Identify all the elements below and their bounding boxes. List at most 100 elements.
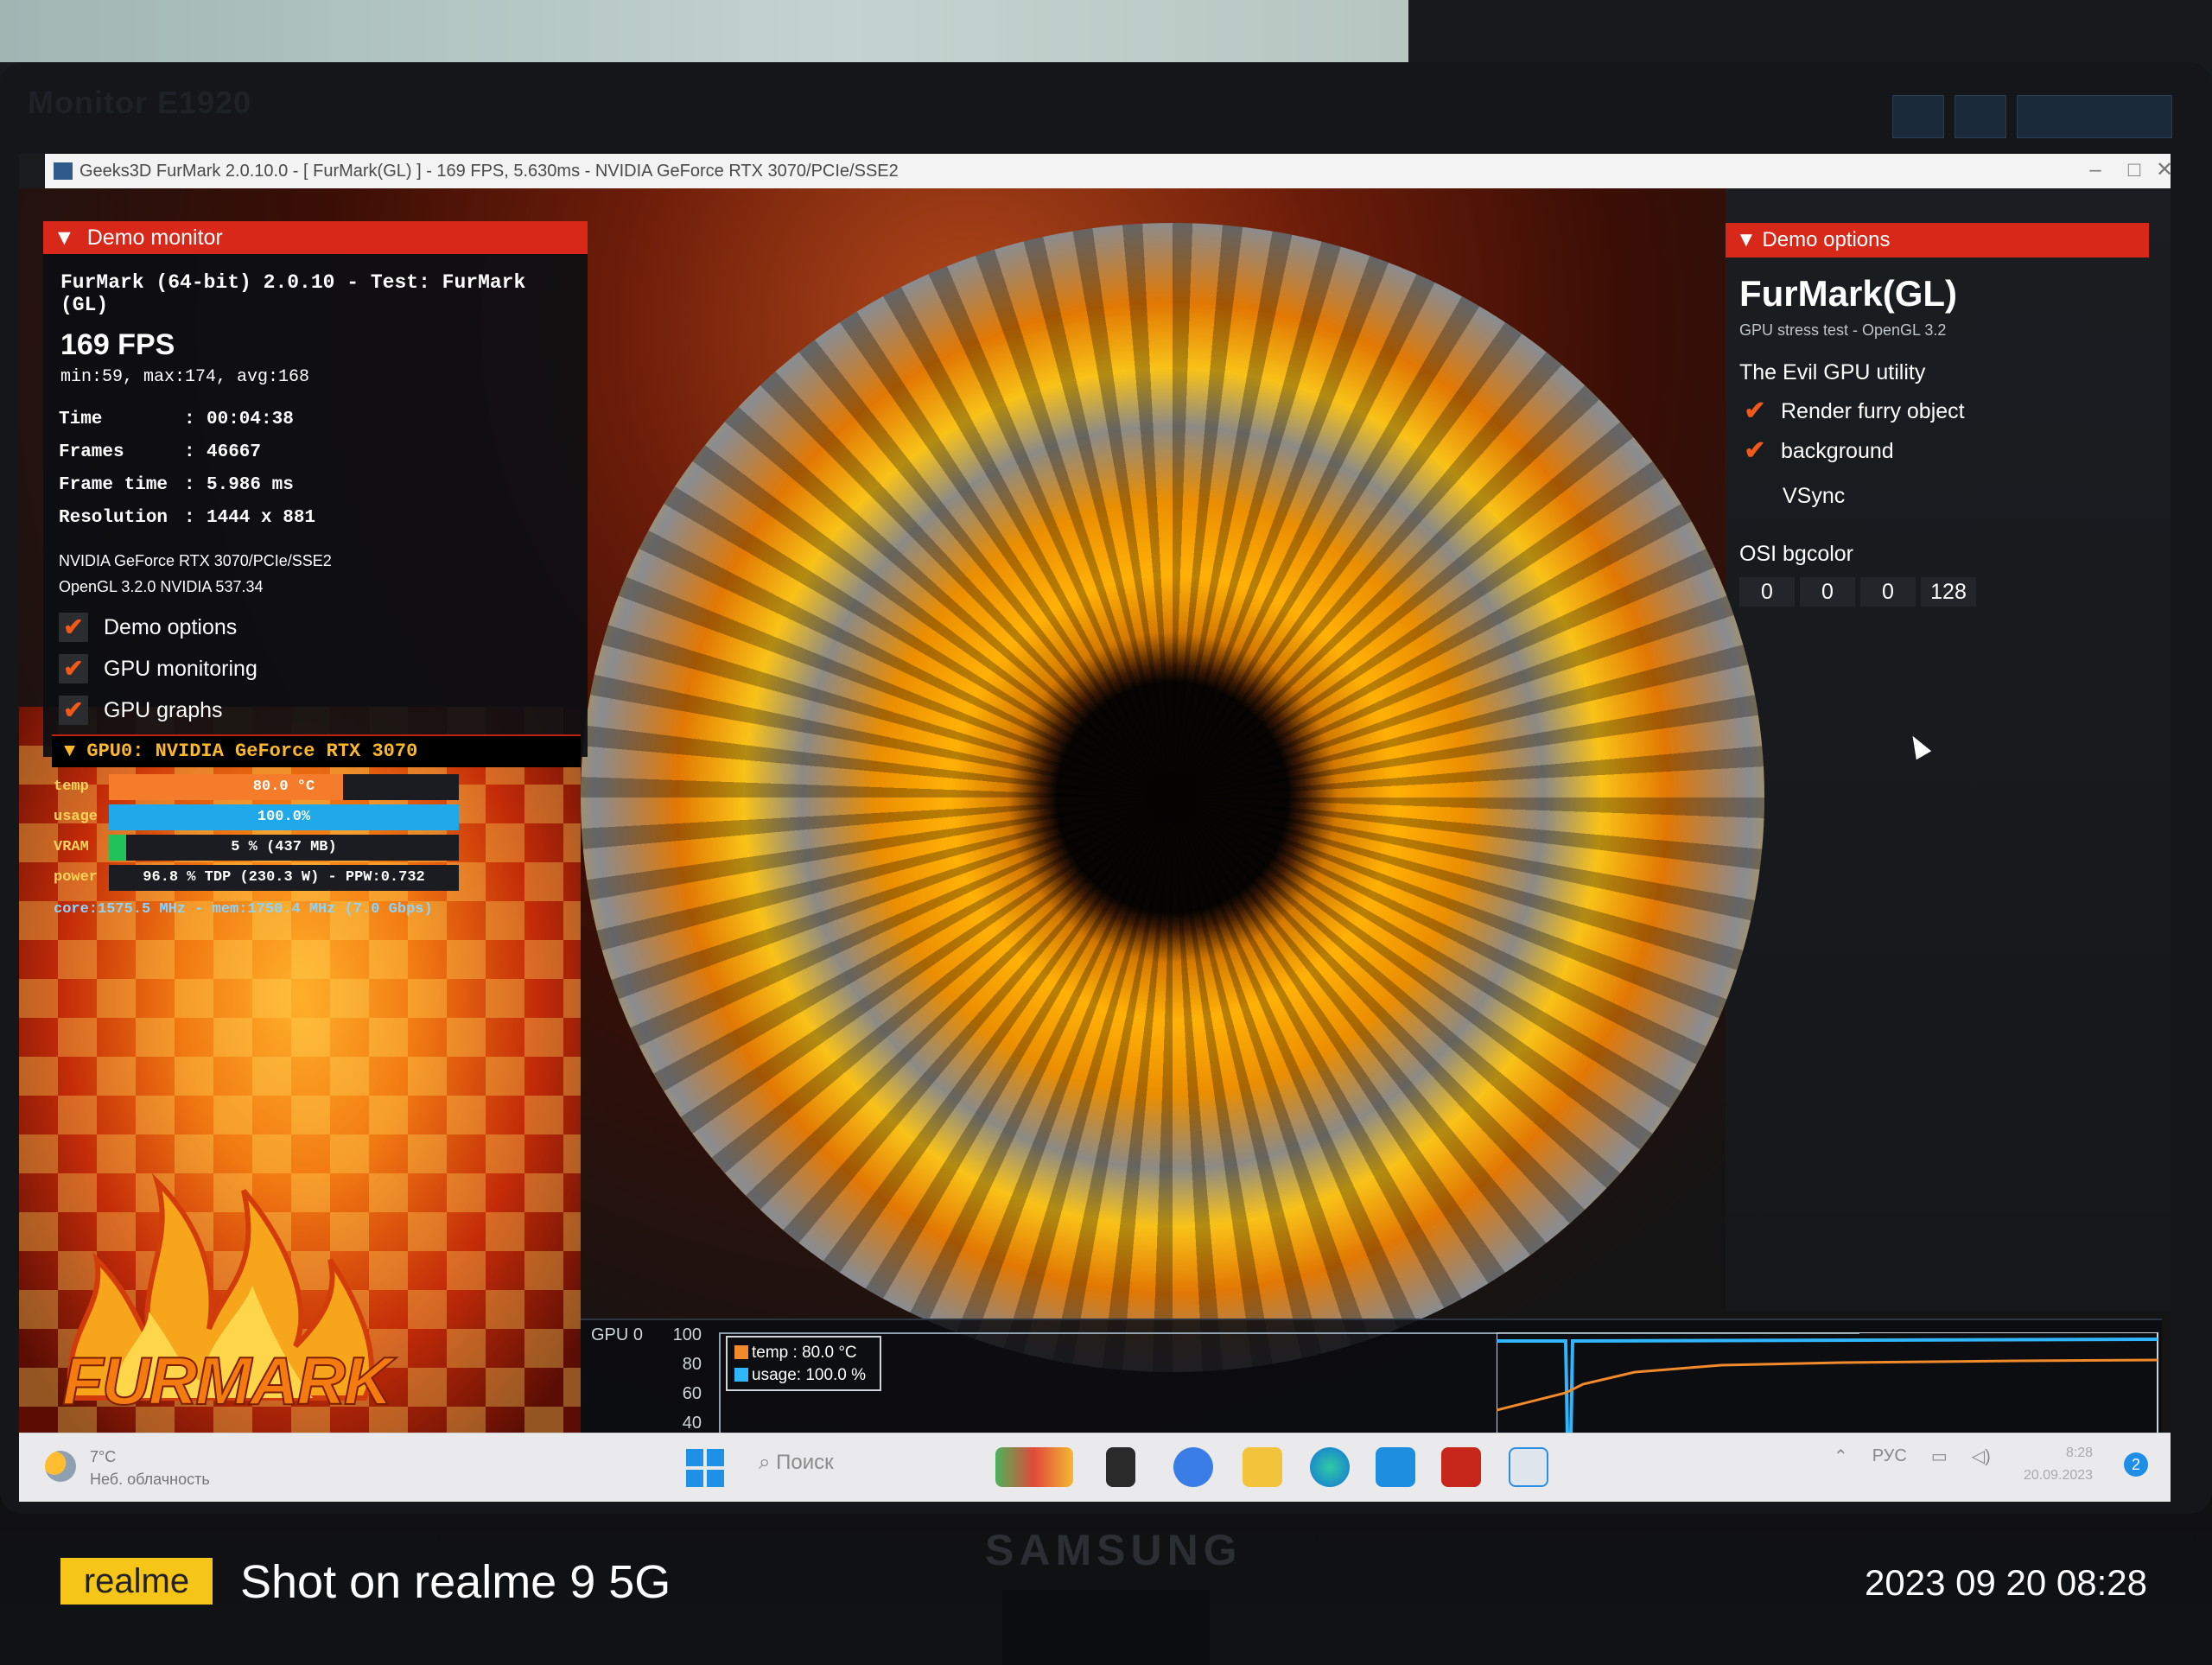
- clock-readout: core:1575.5 MHz - mem:1750.4 MHz (7.0 Gb…: [54, 901, 433, 918]
- furmark-taskbar-icon[interactable]: [1441, 1447, 1481, 1487]
- window-title: Geeks3D FurMark 2.0.10.0 - [ FurMark(GL)…: [79, 162, 899, 181]
- notification-badge[interactable]: 2: [2124, 1452, 2148, 1477]
- gpu-bar-power: power 96.8 % TDP (230.3 W) - PPW:0.732: [50, 865, 465, 891]
- windows-taskbar: 7°C Неб. облачность ⌕ Поиск ⌃ РУС ▭ ◁) 8…: [19, 1433, 2171, 1502]
- demo-subtitle: GPU stress test - OpenGL 3.2: [1739, 321, 1947, 339]
- photo-timestamp: 2023 09 20 08:28: [1865, 1562, 2147, 1603]
- checkbox-label: GPU monitoring: [104, 656, 257, 681]
- graph-legend: temp : 80.0 °C usage: 100.0 %: [726, 1336, 881, 1391]
- system-tray: ⌃ РУС ▭ ◁): [1834, 1446, 1991, 1467]
- osi-g-field[interactable]: 0: [1800, 577, 1855, 607]
- graph-gpu-label: GPU 0: [591, 1325, 644, 1344]
- furmark-app-icon: [54, 162, 73, 180]
- wall-background: [0, 0, 1408, 62]
- bezel-brand-logo: SAMSUNG: [985, 1526, 1243, 1574]
- collapse-triangle-icon: ▼: [54, 226, 75, 250]
- graph-tick: 80: [682, 1355, 702, 1374]
- widgets-icon[interactable]: [995, 1447, 1073, 1487]
- network-icon[interactable]: ▭: [1931, 1446, 1948, 1467]
- demo-options-checkbox[interactable]: ✔ Demo options: [59, 613, 579, 642]
- gpu-bar-label: VRAM: [54, 839, 89, 855]
- checkbox-label: Demo options: [104, 614, 238, 639]
- temp-line: [1497, 1358, 2158, 1412]
- input-language[interactable]: РУС: [1872, 1446, 1907, 1466]
- osi-bgcolor-fields: 0 0 0 128: [1739, 577, 2149, 607]
- fps-minmax: min:59, max:174, avg:168: [60, 367, 310, 387]
- demo-monitor-body: FurMark (64-bit) 2.0.10 - Test: FurMark …: [43, 254, 588, 757]
- demo-options-header-label: Demo options: [1762, 228, 1891, 251]
- chat-icon[interactable]: [1173, 1447, 1213, 1487]
- gpu-bar-temp: temp 80.0 °C: [50, 774, 465, 800]
- legend-usage-label: usage: 100.0 %: [752, 1366, 867, 1384]
- weather-widget[interactable]: 7°C Неб. облачность: [45, 1446, 210, 1490]
- gpu-panel-title: GPU0: NVIDIA GeForce RTX 3070: [86, 740, 418, 762]
- osi-r-field[interactable]: 0: [1739, 577, 1795, 607]
- stat-value: 00:04:38: [207, 410, 294, 429]
- taskbar-search[interactable]: ⌕ Поиск: [759, 1451, 834, 1475]
- store-icon[interactable]: [1376, 1447, 1415, 1487]
- stat-value: 5.986 ms: [207, 475, 294, 495]
- stat-row: Resolution:1444 x 881: [59, 508, 579, 531]
- edge-browser-icon[interactable]: [1310, 1447, 1350, 1487]
- demo-monitor-panel: ▼ Demo monitor FurMark (64-bit) 2.0.10 - …: [43, 221, 588, 757]
- search-icon: ⌕: [759, 1451, 777, 1474]
- window-titlebar[interactable]: Geeks3D FurMark 2.0.10.0 - [ FurMark(GL)…: [45, 154, 2171, 188]
- gpu-bar-label: usage: [54, 809, 99, 825]
- gpu-info: NVIDIA GeForce RTX 3070/PCIe/SSE2 OpenGL…: [59, 548, 579, 600]
- checkbox-label: background: [1781, 438, 1894, 463]
- osi-b-field[interactable]: 0: [1860, 577, 1916, 607]
- gpu-monitoring-checkbox[interactable]: ✔ GPU monitoring: [59, 654, 579, 683]
- realme-brand-badge: realme: [60, 1558, 213, 1605]
- render-furry-checkbox[interactable]: ✔ Render furry object: [1739, 397, 2149, 425]
- checkmark-icon: ✔: [59, 654, 88, 683]
- demo-options-header[interactable]: ▼ Demo options: [1726, 223, 2149, 257]
- furmark-logo-text: FURMARK: [61, 1342, 393, 1420]
- gpu-bar-track: 100.0%: [109, 804, 459, 830]
- monitor-badges: [1892, 95, 2186, 140]
- demo-monitor-header-label: Demo monitor: [86, 226, 223, 250]
- graph-tick: 40: [682, 1414, 702, 1433]
- close-button[interactable]: ✕: [2153, 159, 2171, 181]
- tray-overflow-icon[interactable]: ⌃: [1834, 1446, 1848, 1467]
- checkmark-icon: ✔: [1744, 397, 1766, 425]
- graph-plot-area: [1497, 1332, 2158, 1439]
- legend-temp: temp : 80.0 °C: [734, 1342, 873, 1364]
- temp-swatch: [734, 1345, 748, 1359]
- graph-lines: [1497, 1332, 2158, 1439]
- background-checkbox[interactable]: ✔ background: [1739, 436, 2149, 465]
- task-view-icon[interactable]: [1106, 1447, 1135, 1487]
- start-button[interactable]: [686, 1449, 724, 1487]
- gpu-graph: GPU 0 100 80 60 40 temp : 80.0 °C usage:…: [581, 1319, 2162, 1446]
- minimize-button[interactable]: –: [2084, 159, 2107, 181]
- file-explorer-icon[interactable]: [1243, 1447, 1282, 1487]
- gpu-bar-value: 80.0 °C: [252, 778, 315, 795]
- vsync-checkbox[interactable]: VSync: [1783, 484, 2149, 509]
- stat-row: Frame time:5.986 ms: [59, 475, 579, 498]
- demo-monitor-header[interactable]: ▼ Demo monitor: [43, 221, 588, 254]
- stat-value: 46667: [207, 442, 262, 462]
- gpu-bar-track: 5 % (437 MB): [109, 835, 459, 861]
- stat-value: 1444 x 881: [207, 508, 316, 528]
- checkbox-label: GPU graphs: [104, 697, 223, 722]
- gpu-bar-usage: usage 100.0%: [50, 804, 465, 830]
- gpu-name-text: NVIDIA GeForce RTX 3070/PCIe/SSE2: [59, 552, 332, 569]
- gpu-panel-header[interactable]: ▼ GPU0: NVIDIA GeForce RTX 3070: [52, 734, 581, 767]
- usage-swatch: [734, 1368, 748, 1382]
- taskbar-clock[interactable]: 8:28 20.09.2023: [2024, 1442, 2093, 1487]
- checkmark-icon: ✔: [59, 613, 88, 642]
- gpu-bar-track: 96.8 % TDP (230.3 W) - PPW:0.732: [109, 865, 459, 891]
- stat-key: Resolution: [59, 508, 168, 528]
- maximize-button[interactable]: □: [2123, 159, 2145, 181]
- volume-icon[interactable]: ◁): [1972, 1446, 1991, 1467]
- dark-background: [1408, 0, 2212, 69]
- demo-options-panel: ▼ Demo options FurMark(GL) GPU stress te…: [1726, 223, 2149, 655]
- render-viewport: ▼ Demo monitor FurMark (64-bit) 2.0.10 - …: [19, 188, 2171, 1446]
- gpu-bar-label: temp: [54, 778, 89, 795]
- checkmark-icon: ✔: [1744, 436, 1766, 465]
- gpu-bar-value: 96.8 % TDP (230.3 W) - PPW:0.732: [143, 869, 425, 886]
- gpu-bars: temp 80.0 °C usage 100.0% VRAM 5 % (437 MB) po…: [50, 774, 465, 921]
- osi-a-field[interactable]: 128: [1921, 577, 1976, 607]
- gpu-graphs-checkbox[interactable]: ✔ GPU graphs: [59, 696, 579, 725]
- active-app-icon[interactable]: [1509, 1447, 1548, 1487]
- gpu-bar-label: power: [54, 869, 99, 886]
